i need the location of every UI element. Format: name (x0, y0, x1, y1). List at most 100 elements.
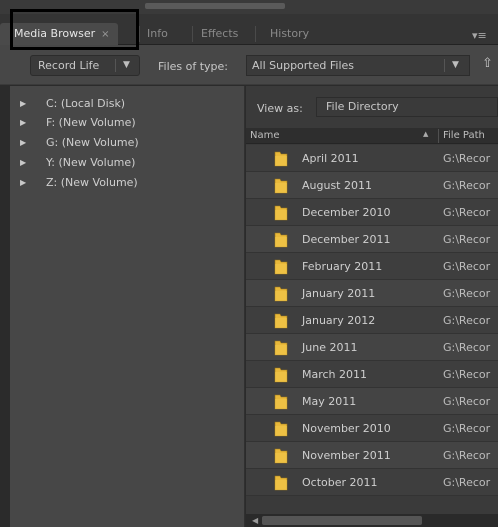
tree-item-f-drive[interactable]: ▶ F: (New Volume) (10, 115, 245, 131)
scroll-left-icon[interactable]: ◀ (252, 516, 258, 525)
folder-icon (274, 205, 288, 221)
column-path-header[interactable]: File Path (443, 130, 485, 141)
toolbar: Record Life ▼ Files of type: All Support… (0, 45, 498, 85)
file-path: G:\Recor (443, 260, 491, 273)
file-row[interactable]: August 2011 G:\Recor (246, 172, 498, 199)
file-name: January 2011 (302, 287, 376, 300)
tab-divider (255, 26, 256, 42)
files-of-type-select[interactable]: All Supported Files ▼ (246, 55, 470, 76)
files-of-type-label: Files of type: (158, 60, 229, 73)
drive-tree: ▶ C: (Local Disk) ▶ F: (New Volume) ▶ G:… (10, 86, 245, 527)
tab-divider (139, 26, 140, 42)
file-name: April 2011 (302, 152, 359, 165)
tab-info[interactable]: Info (147, 23, 168, 45)
folder-icon (274, 421, 288, 437)
file-path: G:\Recor (443, 206, 491, 219)
folder-icon (274, 340, 288, 356)
tree-item-c-drive[interactable]: ▶ C: (Local Disk) (10, 96, 245, 112)
folder-icon (274, 259, 288, 275)
horizontal-scrollbar[interactable]: ◀ (246, 514, 498, 527)
expand-arrow-icon[interactable]: ▶ (20, 115, 26, 131)
expand-arrow-icon[interactable]: ▶ (20, 175, 26, 191)
sort-ascending-icon[interactable]: ▲ (423, 130, 428, 138)
tree-item-label: Z: (New Volume) (46, 176, 138, 189)
tab-effects[interactable]: Effects (201, 23, 238, 45)
column-name-header[interactable]: Name (250, 130, 280, 141)
file-name: January 2012 (302, 314, 376, 327)
panel-menu-icon[interactable]: ▾≡ (472, 29, 487, 42)
highlight-box (10, 9, 139, 50)
record-life-label: Record Life (38, 59, 100, 72)
file-path: G:\Recor (443, 179, 491, 192)
file-path: G:\Recor (443, 395, 491, 408)
file-path: G:\Recor (443, 368, 491, 381)
top-scroll-handle[interactable] (145, 3, 285, 9)
file-name: August 2011 (302, 179, 372, 192)
folder-icon (274, 475, 288, 491)
folder-icon (274, 313, 288, 329)
file-path: G:\Recor (443, 422, 491, 435)
file-name: May 2011 (302, 395, 357, 408)
record-life-dropdown[interactable]: Record Life ▼ (30, 55, 140, 76)
chevron-down-icon: ▼ (452, 60, 459, 70)
expand-arrow-icon[interactable]: ▶ (20, 155, 26, 171)
column-header: Name ▲ File Path (246, 128, 498, 144)
tree-item-label: G: (New Volume) (46, 136, 139, 149)
tree-item-label: Y: (New Volume) (46, 156, 136, 169)
file-path: G:\Recor (443, 152, 491, 165)
view-as-label: View as: (257, 102, 303, 115)
folder-icon (274, 367, 288, 383)
file-row[interactable]: October 2011 G:\Recor (246, 469, 498, 496)
file-list: April 2011 G:\Recor August 2011 G:\Recor Dec… (246, 145, 498, 496)
file-name: December 2011 (302, 233, 391, 246)
file-path: G:\Recor (443, 449, 491, 462)
file-row[interactable]: March 2011 G:\Recor (246, 361, 498, 388)
file-row[interactable]: November 2011 G:\Recor (246, 442, 498, 469)
file-row[interactable]: January 2012 G:\Recor (246, 307, 498, 334)
folder-icon (274, 232, 288, 248)
file-name: June 2011 (302, 341, 358, 354)
view-as-select[interactable]: File Directory (316, 97, 498, 117)
expand-arrow-icon[interactable]: ▶ (20, 135, 26, 151)
file-row[interactable]: June 2011 G:\Recor (246, 334, 498, 361)
tree-item-z-drive[interactable]: ▶ Z: (New Volume) (10, 175, 245, 191)
file-path: G:\Recor (443, 476, 491, 489)
file-row[interactable]: May 2011 G:\Recor (246, 388, 498, 415)
file-row[interactable]: January 2011 G:\Recor (246, 280, 498, 307)
up-folder-icon[interactable]: ⇧ (482, 56, 493, 71)
file-name: December 2010 (302, 206, 391, 219)
file-row[interactable]: December 2010 G:\Recor (246, 199, 498, 226)
files-of-type-value: All Supported Files (252, 59, 355, 72)
dropdown-divider (115, 59, 116, 72)
file-name: November 2011 (302, 449, 391, 462)
column-divider[interactable] (438, 129, 439, 143)
tab-divider (192, 26, 193, 42)
tree-item-label: F: (New Volume) (46, 116, 136, 129)
folder-icon (274, 286, 288, 302)
folder-icon (274, 178, 288, 194)
chevron-down-icon: ▼ (123, 60, 130, 70)
file-row[interactable]: November 2010 G:\Recor (246, 415, 498, 442)
file-name: October 2011 (302, 476, 378, 489)
scroll-thumb[interactable] (262, 516, 422, 525)
folder-icon (274, 448, 288, 464)
dropdown-divider (444, 59, 445, 72)
file-row[interactable]: February 2011 G:\Recor (246, 253, 498, 280)
file-name: November 2010 (302, 422, 391, 435)
folder-icon (274, 151, 288, 167)
tree-item-y-drive[interactable]: ▶ Y: (New Volume) (10, 155, 245, 171)
tab-history[interactable]: History (270, 23, 309, 45)
file-list-pane: View as: File Directory Name ▲ File Path… (246, 86, 498, 527)
file-path: G:\Recor (443, 341, 491, 354)
file-name: February 2011 (302, 260, 383, 273)
file-row[interactable]: December 2011 G:\Recor (246, 226, 498, 253)
file-path: G:\Recor (443, 314, 491, 327)
file-name: March 2011 (302, 368, 368, 381)
folder-icon (274, 394, 288, 410)
file-path: G:\Recor (443, 233, 491, 246)
file-path: G:\Recor (443, 287, 491, 300)
file-row[interactable]: April 2011 G:\Recor (246, 145, 498, 172)
expand-arrow-icon[interactable]: ▶ (20, 96, 26, 112)
tree-item-label: C: (Local Disk) (46, 97, 126, 110)
tree-item-g-drive[interactable]: ▶ G: (New Volume) (10, 135, 245, 151)
